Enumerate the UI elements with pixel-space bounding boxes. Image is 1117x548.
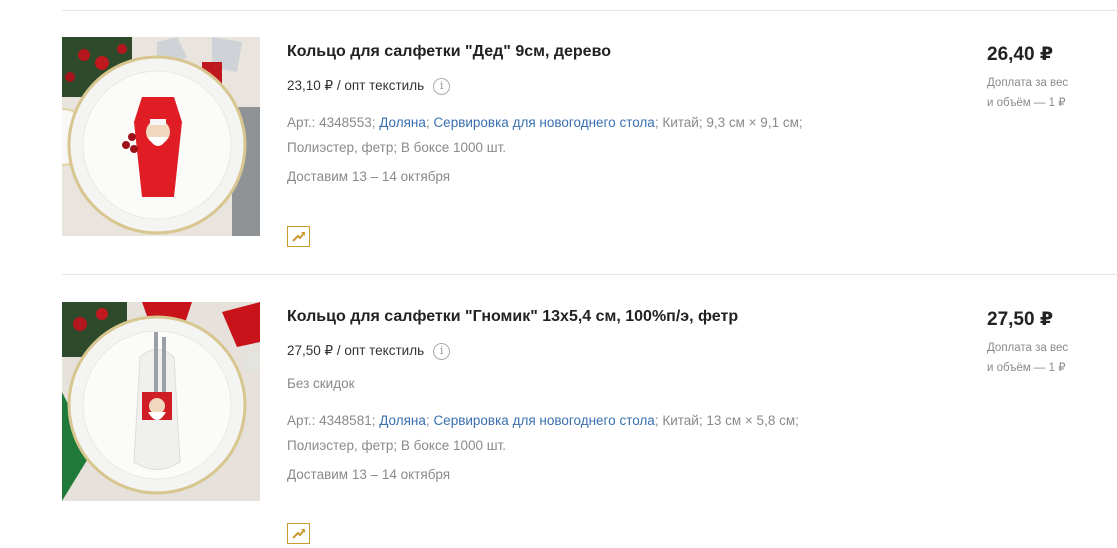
opt-price: 27,50 ₽ / опт текстиль bbox=[287, 343, 425, 358]
brand-link[interactable]: Доляна bbox=[379, 115, 426, 130]
sku: Арт.: 4348581; bbox=[287, 413, 376, 428]
opt-price-row: 23,10 ₽ / опт текстиль i bbox=[287, 77, 927, 95]
promo-badge-icon[interactable] bbox=[287, 523, 310, 544]
product-title[interactable]: Кольцо для салфетки "Дед" 9см, дерево bbox=[287, 42, 927, 62]
product-image[interactable] bbox=[62, 302, 260, 501]
surcharge-line: Доплата за вес bbox=[987, 342, 1069, 354]
separator: ; bbox=[425, 115, 430, 130]
arrow-promo-icon bbox=[291, 528, 305, 539]
info-icon[interactable]: i bbox=[433, 342, 451, 360]
product-info: Кольцо для салфетки "Гномик" 13х5,4 см, … bbox=[287, 302, 927, 484]
info-icon[interactable]: i bbox=[433, 77, 451, 95]
price-box: 27,50 ₽ Доплата за вес и объём — 1 ₽ bbox=[987, 302, 1117, 378]
surcharge-note: Доплата за вес и объём — 1 ₽ bbox=[987, 338, 1117, 378]
product-info: Кольцо для салфетки "Дед" 9см, дерево 23… bbox=[287, 37, 927, 186]
promo-badge-icon[interactable] bbox=[287, 226, 310, 247]
divider bbox=[62, 274, 1117, 275]
box-quantity: В боксе 1000 шт. bbox=[400, 140, 507, 155]
product-price: 26,40 ₽ bbox=[987, 44, 1054, 65]
country: Китай; bbox=[662, 413, 703, 428]
surcharge-note: Доплата за вес и объём — 1 ₽ bbox=[987, 73, 1117, 113]
divider bbox=[62, 10, 1117, 11]
brand-link[interactable]: Доляна bbox=[379, 413, 426, 428]
product-card: Кольцо для салфетки "Гномик" 13х5,4 см, … bbox=[62, 302, 1117, 548]
product-price: 27,50 ₽ bbox=[987, 309, 1054, 330]
napkin-ring-photo-icon bbox=[62, 37, 260, 236]
material: Полиэстер, фетр; bbox=[287, 140, 398, 155]
separator: ; bbox=[654, 413, 659, 428]
material: Полиэстер, фетр; bbox=[287, 438, 398, 453]
price-box: 26,40 ₽ Доплата за вес и объём — 1 ₽ bbox=[987, 37, 1117, 113]
product-meta: Арт.: 4348581; Доляна; Сервировка для но… bbox=[287, 408, 927, 458]
dimensions: 9,3 см × 9,1 см; bbox=[706, 115, 803, 130]
surcharge-line: и объём — 1 ₽ bbox=[987, 97, 1066, 109]
delivery-date: Доставим 13 – 14 октября bbox=[287, 467, 451, 482]
country: Китай; bbox=[662, 115, 703, 130]
category-link[interactable]: Сервировка для новогоднего стола bbox=[433, 115, 654, 130]
arrow-promo-icon bbox=[291, 231, 305, 242]
opt-price: 23,10 ₽ / опт текстиль bbox=[287, 78, 425, 93]
category-link[interactable]: Сервировка для новогоднего стола bbox=[433, 413, 654, 428]
surcharge-line: Доплата за вес bbox=[987, 77, 1069, 89]
surcharge-line: и объём — 1 ₽ bbox=[987, 362, 1066, 374]
sku: Арт.: 4348553; bbox=[287, 115, 376, 130]
dimensions: 13 см × 5,8 см; bbox=[706, 413, 799, 428]
separator: ; bbox=[425, 413, 430, 428]
product-meta: Арт.: 4348553; Доляна; Сервировка для но… bbox=[287, 110, 927, 160]
product-image[interactable] bbox=[62, 37, 260, 236]
product-title[interactable]: Кольцо для салфетки "Гномик" 13х5,4 см, … bbox=[287, 307, 927, 327]
no-discount-note: Без скидок bbox=[287, 376, 355, 391]
separator: ; bbox=[654, 115, 659, 130]
product-card: Кольцо для салфетки "Дед" 9см, дерево 23… bbox=[62, 37, 1117, 301]
napkin-ring-photo-icon bbox=[62, 302, 260, 501]
opt-price-row: 27,50 ₽ / опт текстиль i bbox=[287, 342, 927, 360]
delivery-date: Доставим 13 – 14 октября bbox=[287, 169, 451, 184]
box-quantity: В боксе 1000 шт. bbox=[400, 438, 507, 453]
